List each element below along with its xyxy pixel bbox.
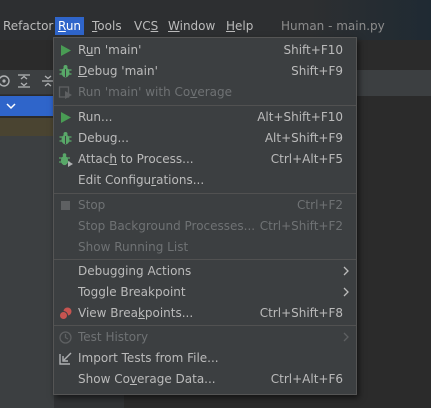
menu-window[interactable]: Window (165, 17, 218, 35)
menu-item-shortcut: Ctrl+Alt+F6 (270, 372, 343, 386)
stop-icon (61, 201, 70, 210)
menu-separator (54, 193, 356, 194)
menu-vcs-mnemonic: S (150, 19, 159, 33)
menu-item-label: Toggle Breakpoint (78, 285, 186, 299)
menu-help-label: elp (235, 19, 254, 33)
menu-item-show-coverage-data[interactable]: Show Coverage Data... Ctrl+Alt+F6 (54, 369, 356, 390)
menu-separator (54, 105, 356, 106)
menu-item-shortcut: Ctrl+Alt+F5 (270, 152, 343, 166)
menu-item-label: Stop Background Processes... (78, 219, 256, 233)
menu-item-stop[interactable]: Stop Ctrl+F2 (54, 195, 356, 216)
menu-help-mnemonic: H (226, 19, 236, 33)
menu-item-label: Test History (78, 330, 149, 344)
menu-refactor[interactable]: Refactor (0, 17, 56, 35)
chevron-right-icon (343, 287, 349, 297)
menu-item-label: Edit Configurations... (78, 173, 205, 187)
project-tree-highlighted-row[interactable] (0, 118, 54, 136)
menu-run-mnemonic: R (58, 19, 66, 33)
project-tree-selected-row[interactable] (0, 96, 54, 116)
menu-item-show-running-list[interactable]: Show Running List (54, 237, 356, 258)
menu-item-debug-main[interactable]: Debug 'main' Shift+F9 (54, 61, 356, 82)
menu-item-label: Show Coverage Data... (78, 372, 216, 386)
menu-item-label: Show Running List (78, 240, 189, 254)
expand-all-icon[interactable] (16, 73, 32, 89)
menu-vcs-label: VC (134, 19, 151, 33)
menu-window-mnemonic: W (168, 19, 180, 33)
menu-item-shortcut: Alt+Shift+F9 (264, 131, 343, 145)
menu-item-run-ellipsis[interactable]: Run... Alt+Shift+F10 (54, 107, 356, 128)
menu-item-attach-to-process[interactable]: Attach to Process... Ctrl+Alt+F5 (54, 149, 356, 170)
menu-separator (54, 325, 356, 326)
menu-refactor-label: Refactor (3, 19, 54, 33)
target-icon[interactable] (0, 73, 16, 89)
menu-item-toggle-breakpoint[interactable]: Toggle Breakpoint (54, 282, 356, 303)
menu-item-label: Attach to Process... (78, 152, 194, 166)
menu-item-shortcut: Ctrl+Shift+F8 (259, 306, 343, 320)
menu-item-label: Debugging Actions (78, 264, 192, 278)
menu-item-test-history[interactable]: Test History (54, 327, 356, 348)
chevron-right-icon (343, 332, 349, 342)
menu-item-label: View Breakpoints... (78, 306, 194, 320)
debug-icon (59, 132, 72, 145)
menu-item-label: Run 'main' with Coverage (78, 85, 232, 99)
coverage-icon (58, 86, 72, 99)
menu-item-label: Debug 'main' (78, 64, 158, 78)
menu-separator (54, 259, 356, 260)
menu-item-label: Run 'main' (78, 43, 142, 57)
breakpoints-icon (59, 307, 72, 320)
menu-item-run-main[interactable]: Run 'main' Shift+F10 (54, 40, 356, 61)
menu-item-label: Debug... (78, 131, 129, 145)
window-title: Human - main.py (281, 19, 385, 33)
history-icon (59, 331, 72, 344)
menu-item-edit-configurations[interactable]: Edit Configurations... (54, 170, 356, 191)
run-menu-dropdown: Run 'main' Shift+F10 Debug 'main' Shift+… (53, 37, 357, 395)
debug-icon (59, 65, 72, 78)
menu-tools-label: ools (97, 19, 122, 33)
menu-item-debug-ellipsis[interactable]: Debug... Alt+Shift+F9 (54, 128, 356, 149)
menu-tools[interactable]: Tools (89, 17, 125, 35)
menu-item-debugging-actions[interactable]: Debugging Actions (54, 261, 356, 282)
menu-item-import-tests[interactable]: Import Tests from File... (54, 348, 356, 369)
menu-item-run-with-coverage[interactable]: Run 'main' with Coverage (54, 82, 356, 103)
menu-run-label: un (65, 19, 82, 33)
menu-run[interactable]: Run (55, 17, 85, 35)
menu-window-label: indow (179, 19, 216, 33)
menu-item-shortcut: Shift+F10 (283, 43, 343, 57)
menu-item-shortcut: Alt+Shift+F10 (257, 110, 343, 124)
editor-tab-strip (354, 70, 431, 96)
menu-item-label: Run... (78, 110, 113, 124)
menu-item-shortcut: Ctrl+Shift+F2 (259, 219, 343, 233)
chevron-down-icon[interactable] (6, 99, 16, 113)
import-icon (59, 352, 72, 365)
menu-item-label: Stop (78, 198, 106, 212)
menu-item-view-breakpoints[interactable]: View Breakpoints... Ctrl+Shift+F8 (54, 303, 356, 324)
menu-vcs[interactable]: VCS (131, 17, 161, 35)
project-panel (0, 136, 54, 408)
menu-help[interactable]: Help (223, 17, 256, 35)
attach-debugger-icon (59, 153, 73, 167)
run-icon (61, 112, 71, 123)
menu-item-shortcut: Ctrl+F2 (297, 198, 343, 212)
menu-item-stop-background-processes[interactable]: Stop Background Processes... Ctrl+Shift+… (54, 216, 356, 237)
menu-item-label: Import Tests from File... (78, 351, 219, 365)
run-icon (61, 45, 71, 56)
chevron-right-icon (343, 266, 349, 276)
title-bar: Refactor Run Tools VCS Window Help Human… (0, 0, 431, 40)
menu-item-shortcut: Shift+F9 (291, 64, 343, 78)
